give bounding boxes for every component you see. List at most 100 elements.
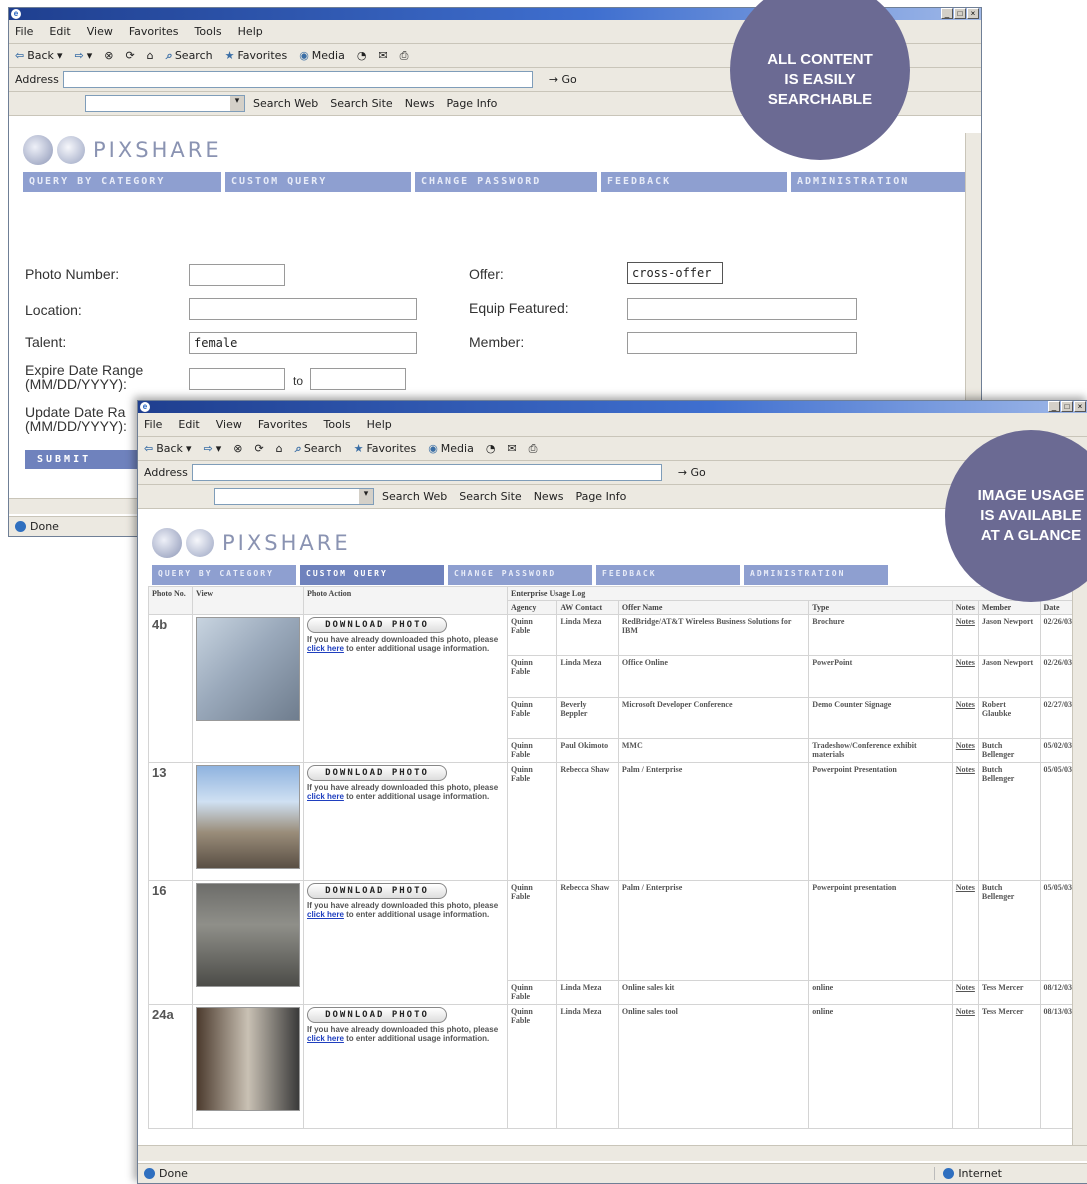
nav-feedback[interactable]: FEEDBACK [596, 565, 740, 585]
search-button[interactable]: ⌕ Search [166, 49, 213, 63]
vertical-scrollbar[interactable] [1072, 526, 1087, 1160]
submit-button[interactable]: SUBMIT [25, 450, 145, 469]
download-photo-button[interactable]: DOWNLOAD PHOTO [307, 765, 447, 781]
close-button[interactable]: × [1074, 401, 1086, 412]
page-info-button[interactable]: Page Info [446, 97, 497, 110]
notes-link[interactable]: Notes [951, 655, 979, 698]
forward-button[interactable]: ⇨ ▾ [203, 442, 221, 455]
search-site-button[interactable]: Search Site [330, 97, 392, 110]
notes-link[interactable]: Notes [951, 1004, 979, 1129]
photo-number-field[interactable] [189, 264, 285, 286]
news-button[interactable]: News [534, 490, 564, 503]
media-button[interactable]: ◉ Media [428, 442, 474, 455]
notes-link[interactable]: Notes [951, 613, 979, 657]
address-input[interactable] [191, 464, 662, 481]
home-icon[interactable]: ⌂ [276, 442, 283, 455]
notes-link[interactable]: Notes [951, 980, 979, 1005]
mail-icon[interactable]: ✉ [507, 442, 516, 455]
menu-view[interactable]: View [216, 418, 242, 431]
menu-file[interactable]: File [15, 25, 33, 38]
download-photo-button[interactable]: DOWNLOAD PHOTO [307, 883, 447, 899]
click-here-link[interactable]: click here [307, 910, 344, 919]
minimize-button[interactable]: _ [1048, 401, 1060, 412]
type: PowerPoint [808, 655, 953, 698]
talent-field[interactable]: female [189, 332, 417, 354]
history-icon[interactable]: ◔ [357, 49, 367, 62]
close-button[interactable]: × [967, 8, 979, 19]
expire-to-field[interactable] [310, 368, 406, 390]
notes-link[interactable]: Notes [951, 696, 979, 740]
search-combo[interactable] [85, 95, 245, 112]
header-offer-name: Offer Name [617, 600, 810, 615]
maximize-button[interactable]: □ [954, 8, 966, 19]
favorites-button[interactable]: ★ Favorites [225, 49, 288, 62]
menu-edit[interactable]: Edit [178, 418, 199, 431]
click-here-link[interactable]: click here [307, 1034, 344, 1043]
download-photo-button[interactable]: DOWNLOAD PHOTO [307, 617, 447, 633]
menu-help[interactable]: Help [367, 418, 392, 431]
photo-thumbnail[interactable] [196, 617, 300, 721]
page-info-button[interactable]: Page Info [575, 490, 626, 503]
back-button[interactable]: ⇦ Back ▾ [15, 49, 62, 62]
click-here-link[interactable]: click here [307, 792, 344, 801]
print-icon[interactable]: ⎙ [400, 49, 409, 63]
menu-view[interactable]: View [87, 25, 113, 38]
address-input[interactable] [62, 71, 533, 88]
minimize-button[interactable]: _ [941, 8, 953, 19]
favorites-button[interactable]: ★ Favorites [354, 442, 417, 455]
stop-icon[interactable]: ⊗ [104, 49, 113, 62]
nav-query-by-category[interactable]: QUERY BY CATEGORY [23, 172, 221, 192]
equip-featured-field[interactable] [627, 298, 857, 320]
stop-icon[interactable]: ⊗ [233, 442, 242, 455]
click-here-link[interactable]: click here [307, 644, 344, 653]
maximize-button[interactable]: □ [1061, 401, 1073, 412]
notes-link[interactable]: Notes [951, 880, 979, 981]
forward-button[interactable]: ⇨ ▾ [74, 49, 92, 62]
search-combo[interactable] [214, 488, 374, 505]
menu-edit[interactable]: Edit [49, 25, 70, 38]
member-field[interactable] [627, 332, 857, 354]
search-button[interactable]: ⌕ Search [295, 442, 342, 456]
go-button[interactable]: → Go [678, 466, 706, 479]
menu-favorites[interactable]: Favorites [258, 418, 308, 431]
nav-custom-query[interactable]: CUSTOM QUERY [300, 565, 444, 585]
photo-thumbnail[interactable] [196, 765, 300, 869]
photo-thumbnail[interactable] [196, 1007, 300, 1111]
nav-change-password[interactable]: CHANGE PASSWORD [448, 565, 592, 585]
notes-link[interactable]: Notes [951, 738, 979, 763]
search-web-button[interactable]: Search Web [253, 97, 318, 110]
mail-icon[interactable]: ✉ [378, 49, 387, 62]
agency: Quinn Fable [506, 655, 558, 698]
refresh-icon[interactable]: ⟳ [254, 442, 263, 455]
menu-tools[interactable]: Tools [324, 418, 351, 431]
location-field[interactable] [189, 298, 417, 320]
menu-favorites[interactable]: Favorites [129, 25, 179, 38]
nav-query-by-category[interactable]: QUERY BY CATEGORY [152, 565, 296, 585]
refresh-icon[interactable]: ⟳ [125, 49, 134, 62]
menu-tools[interactable]: Tools [195, 25, 222, 38]
menu-file[interactable]: File [144, 418, 162, 431]
usage-note: If you have already downloaded this phot… [307, 1025, 503, 1043]
back-button[interactable]: ⇦ Back ▾ [144, 442, 191, 455]
nav-change-password[interactable]: CHANGE PASSWORD [415, 172, 597, 192]
search-web-button[interactable]: Search Web [382, 490, 447, 503]
offer-field[interactable]: cross-offer [627, 262, 723, 284]
menu-help[interactable]: Help [238, 25, 263, 38]
download-photo-button[interactable]: DOWNLOAD PHOTO [307, 1007, 447, 1023]
media-button[interactable]: ◉ Media [299, 49, 345, 62]
home-icon[interactable]: ⌂ [147, 49, 154, 62]
notes-link[interactable]: Notes [951, 762, 979, 881]
nav-custom-query[interactable]: CUSTOM QUERY [225, 172, 411, 192]
search-site-button[interactable]: Search Site [459, 490, 521, 503]
nav-administration[interactable]: ADMINISTRATION [791, 172, 973, 192]
history-icon[interactable]: ◔ [486, 442, 496, 455]
photo-thumbnail[interactable] [196, 883, 300, 987]
agency: Quinn Fable [506, 738, 558, 763]
news-button[interactable]: News [405, 97, 435, 110]
print-icon[interactable]: ⎙ [529, 442, 538, 456]
go-button[interactable]: → Go [549, 73, 577, 86]
nav-administration[interactable]: ADMINISTRATION [744, 565, 888, 585]
nav-feedback[interactable]: FEEDBACK [601, 172, 787, 192]
horizontal-scrollbar[interactable] [138, 1145, 1087, 1161]
expire-from-field[interactable] [189, 368, 285, 390]
